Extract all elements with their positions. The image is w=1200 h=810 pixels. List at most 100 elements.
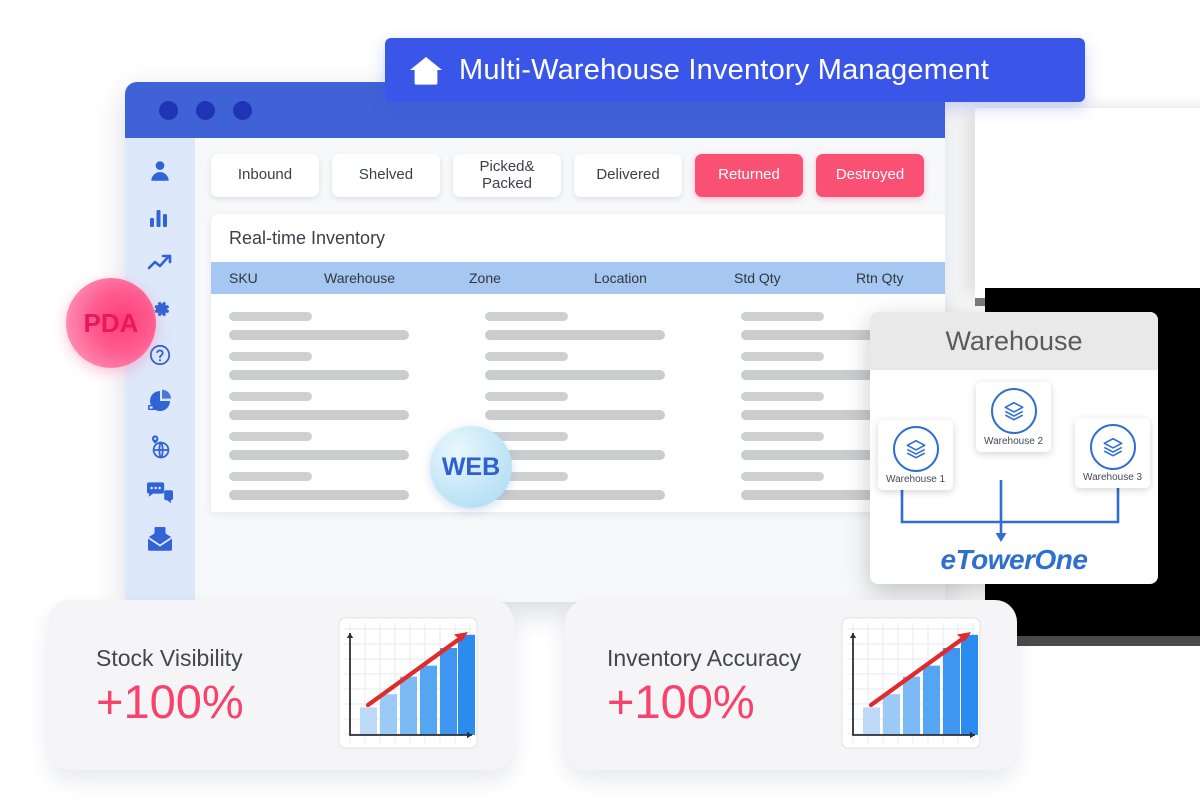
sidebar-item-messages[interactable] bbox=[145, 478, 175, 508]
tab-inbound[interactable]: Inbound bbox=[211, 154, 319, 197]
table-row[interactable] bbox=[211, 312, 945, 352]
skeleton-bar-short bbox=[741, 392, 824, 401]
skeleton-bar-short bbox=[229, 392, 312, 401]
stat-card-inventory-accuracy: Inventory Accuracy +100% bbox=[565, 600, 1017, 770]
mail-open-icon bbox=[146, 526, 174, 552]
table-cell bbox=[229, 392, 427, 420]
warehouse-diagram: Warehouse 1 Warehouse 2 Warehouse 3 eTow… bbox=[870, 370, 1158, 584]
question-circle-icon bbox=[148, 343, 172, 367]
skeleton-bar-short bbox=[485, 312, 568, 321]
screenshot-root: Inbound Shelved Picked& Packed Delivered… bbox=[0, 0, 1200, 810]
table-cell bbox=[229, 312, 427, 340]
warehouse-node-1-label: Warehouse 1 bbox=[886, 474, 946, 485]
growth-chart-stock-visibility bbox=[338, 617, 478, 754]
warehouse-node-1[interactable]: Warehouse 1 bbox=[878, 420, 954, 490]
table-row[interactable] bbox=[211, 392, 945, 432]
skeleton-bar-short bbox=[229, 432, 312, 441]
skeleton-bar-short bbox=[229, 312, 312, 321]
etowerone-logo: eTowerOne bbox=[940, 544, 1088, 575]
table-row[interactable] bbox=[211, 432, 945, 472]
pie-chart-icon bbox=[147, 388, 173, 414]
home-icon bbox=[409, 55, 443, 85]
browser-content: Inbound Shelved Picked& Packed Delivered… bbox=[125, 138, 945, 602]
column-header-location[interactable]: Location bbox=[594, 270, 734, 286]
table-cell bbox=[229, 352, 427, 380]
stat-value: +100% bbox=[607, 675, 755, 728]
skeleton-bar-short bbox=[229, 352, 312, 361]
skeleton-bar-short bbox=[741, 312, 824, 321]
skeleton-bar-long bbox=[485, 450, 665, 460]
tab-delivered[interactable]: Delivered bbox=[574, 154, 682, 197]
browser-window: Inbound Shelved Picked& Packed Delivered… bbox=[125, 82, 945, 602]
status-tabs: Inbound Shelved Picked& Packed Delivered… bbox=[211, 154, 945, 197]
warehouse-node-2-label: Warehouse 2 bbox=[984, 436, 1044, 447]
pda-badge[interactable]: PDA bbox=[66, 278, 156, 368]
tab-picked-packed-line2: Packed bbox=[481, 174, 533, 192]
page-title: Multi-Warehouse Inventory Management bbox=[459, 53, 989, 86]
table-cell bbox=[485, 472, 683, 500]
column-header-warehouse[interactable]: Warehouse bbox=[324, 270, 469, 286]
warehouse-card: Warehouse Warehouse 1 Warehouse 2 Wareho… bbox=[870, 312, 1158, 584]
web-badge[interactable]: WEB bbox=[430, 426, 512, 508]
table-cell bbox=[485, 312, 683, 340]
stat-card-text: Stock Visibility +100% bbox=[48, 645, 338, 725]
pda-badge-label: PDA bbox=[83, 307, 139, 338]
skeleton-bar-long bbox=[485, 330, 665, 340]
layers-stack-icon bbox=[990, 388, 1037, 434]
sidebar-item-statistics[interactable] bbox=[145, 202, 175, 232]
web-badge-label: WEB bbox=[441, 452, 501, 481]
window-dot-minimize[interactable] bbox=[196, 100, 215, 120]
table-cell bbox=[485, 352, 683, 380]
table-cell bbox=[229, 472, 427, 500]
skeleton-bar-long bbox=[229, 450, 409, 460]
table-body-placeholder bbox=[211, 294, 945, 512]
background-white-panel bbox=[975, 108, 1200, 306]
warehouse-node-3[interactable]: Warehouse 3 bbox=[1075, 418, 1151, 488]
stat-card-stock-visibility: Stock Visibility +100% bbox=[48, 600, 514, 770]
skeleton-bar-long bbox=[485, 410, 665, 420]
sidebar-item-inbox[interactable] bbox=[145, 524, 175, 554]
column-header-zone[interactable]: Zone bbox=[469, 270, 594, 286]
window-dot-close[interactable] bbox=[159, 100, 178, 120]
skeleton-bar-long bbox=[485, 370, 665, 380]
skeleton-bar-short bbox=[741, 352, 824, 361]
warehouse-node-3-label: Warehouse 3 bbox=[1083, 472, 1143, 483]
layers-stack-icon bbox=[1089, 424, 1136, 470]
growth-chart-inventory-accuracy bbox=[841, 617, 981, 754]
page-title-banner: Multi-Warehouse Inventory Management bbox=[385, 38, 1085, 102]
stat-value: +100% bbox=[96, 675, 244, 728]
realtime-inventory-panel: Real-time Inventory SKU Warehouse Zone L… bbox=[211, 214, 945, 512]
skeleton-bar-short bbox=[741, 432, 824, 441]
window-dot-maximize[interactable] bbox=[233, 100, 252, 120]
sidebar bbox=[125, 138, 195, 602]
table-row[interactable] bbox=[211, 472, 945, 512]
tab-picked-packed[interactable]: Picked& Packed bbox=[453, 154, 561, 197]
warehouse-node-2[interactable]: Warehouse 2 bbox=[976, 382, 1052, 452]
column-header-sku[interactable]: SKU bbox=[229, 270, 324, 286]
background-black-panel-shadow bbox=[985, 636, 1200, 646]
table-cell bbox=[485, 392, 683, 420]
skeleton-bar-long bbox=[229, 410, 409, 420]
sidebar-item-profile[interactable] bbox=[145, 156, 175, 186]
column-header-std-qty[interactable]: Std Qty bbox=[734, 270, 856, 286]
main-content: Inbound Shelved Picked& Packed Delivered… bbox=[195, 138, 945, 602]
tab-shelved[interactable]: Shelved bbox=[332, 154, 440, 197]
column-header-rtn-qty[interactable]: Rtn Qty bbox=[856, 270, 945, 286]
table-row[interactable] bbox=[211, 352, 945, 392]
warehouse-card-title: Warehouse bbox=[870, 312, 1158, 370]
table-header-row: SKU Warehouse Zone Location Std Qty Rtn … bbox=[211, 262, 945, 294]
sidebar-item-reports[interactable] bbox=[145, 386, 175, 416]
skeleton-bar-short bbox=[229, 472, 312, 481]
globe-pin-icon bbox=[147, 434, 173, 460]
tab-returned[interactable]: Returned bbox=[695, 154, 803, 197]
tab-picked-packed-line1: Picked& bbox=[479, 157, 535, 175]
table-cell bbox=[485, 432, 683, 460]
skeleton-bar-short bbox=[485, 392, 568, 401]
sidebar-item-trends[interactable] bbox=[145, 248, 175, 278]
tab-destroyed[interactable]: Destroyed bbox=[816, 154, 924, 197]
chat-bubbles-icon bbox=[146, 481, 174, 505]
stat-label: Inventory Accuracy bbox=[607, 645, 802, 671]
stat-label: Stock Visibility bbox=[96, 645, 243, 671]
skeleton-bar-short bbox=[485, 352, 568, 361]
sidebar-item-locations[interactable] bbox=[145, 432, 175, 462]
